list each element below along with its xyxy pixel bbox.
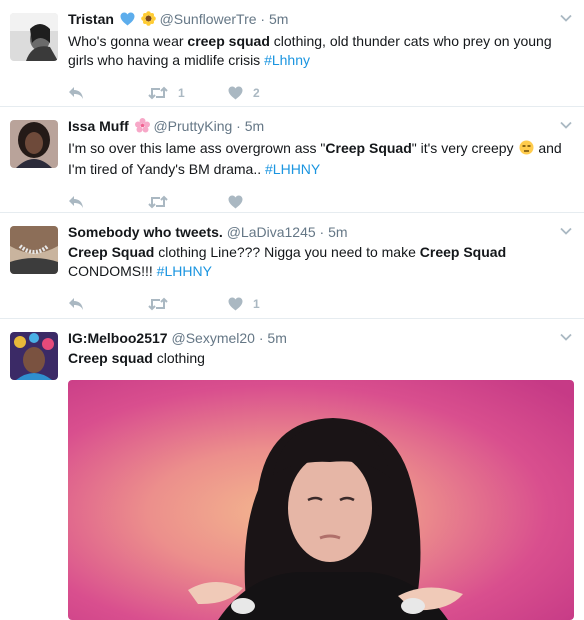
text-segment: I'm so over this lame ass overgrown ass …	[68, 140, 326, 156]
like-button[interactable]: 2	[228, 86, 308, 100]
display-name[interactable]: Tristan	[68, 11, 114, 27]
tweet[interactable]: Issa Muff @PruttyKing · 5m I'm so over t…	[0, 107, 584, 213]
like-count: 2	[253, 86, 260, 100]
tweet-header: IG:Melboo2517 @Sexymel20 · 5m	[68, 329, 572, 348]
user-handle[interactable]: @LaDiva1245	[227, 224, 316, 240]
hashtag-link[interactable]: #LHHNY	[265, 161, 320, 177]
highlighted-term: Creep Squad	[325, 140, 412, 156]
tweet-text: I'm so over this lame ass overgrown ass …	[68, 139, 572, 179]
chevron-down-icon[interactable]	[560, 119, 572, 131]
tweet-header: Issa Muff @PruttyKing · 5m	[68, 117, 572, 138]
tweet-text: Creep squad clothing	[68, 349, 572, 368]
separator-dot: ·	[236, 118, 241, 134]
avatar[interactable]	[10, 226, 58, 274]
tweet-actions: 1 2	[68, 75, 572, 111]
hashtag-link[interactable]: #LHHNY	[157, 263, 212, 279]
text-segment: " it's very creepy	[411, 140, 518, 156]
display-name[interactable]: Issa Muff	[68, 118, 129, 134]
reply-icon	[69, 298, 83, 310]
retweet-button[interactable]	[148, 195, 228, 209]
tweet-header: Somebody who tweets. @LaDiva1245 · 5m	[68, 223, 572, 242]
timestamp[interactable]: 5m	[269, 11, 288, 27]
heart-icon	[228, 297, 243, 311]
heart-icon	[228, 195, 243, 209]
reply-icon	[69, 87, 83, 99]
tweet-media[interactable]	[68, 380, 574, 620]
timestamp[interactable]: 5m	[328, 224, 347, 240]
tweet-actions: 1	[68, 286, 572, 322]
text-segment: CONDOMS!!!	[68, 263, 157, 279]
avatar[interactable]	[10, 332, 58, 380]
tweet-text: Who's gonna wear creep squad clothing, o…	[68, 32, 572, 70]
text-segment: Who's gonna wear	[68, 33, 188, 49]
tweet-text: Creep Squad clothing Line??? Nigga you n…	[68, 243, 572, 281]
chevron-down-icon[interactable]	[560, 12, 572, 24]
heart-icon	[228, 86, 243, 100]
sunflower-icon	[140, 11, 156, 31]
retweet-button[interactable]	[148, 297, 228, 311]
tweet-header: Tristan @SunflowerTre · 5m	[68, 10, 572, 31]
text-segment: clothing	[152, 350, 205, 366]
tweet-feed: Tristan @SunflowerTre · 5m Who's gonna w…	[0, 0, 584, 620]
hashtag-link[interactable]: #Lhhny	[264, 52, 310, 68]
highlighted-term: Creep Squad	[419, 244, 507, 260]
reply-button[interactable]	[68, 297, 148, 311]
user-handle[interactable]: @SunflowerTre	[160, 11, 257, 27]
retweet-icon	[148, 297, 168, 311]
text-segment: clothing Line??? Nigga you need to make	[154, 244, 420, 260]
blue-heart-icon	[120, 12, 135, 31]
separator-dot: ·	[319, 224, 325, 240]
tweet[interactable]: IG:Melboo2517 @Sexymel20 · 5m Creep squa…	[0, 319, 584, 620]
timestamp[interactable]: 5m	[245, 118, 264, 134]
user-handle[interactable]: @Sexymel20	[171, 330, 254, 346]
highlighted-term: Creep squad	[68, 350, 153, 366]
reply-button[interactable]	[68, 86, 148, 100]
reply-icon	[69, 196, 83, 208]
highlighted-term: Creep Squad	[68, 244, 155, 260]
avatar[interactable]	[10, 120, 58, 168]
display-name[interactable]: IG:Melboo2517	[68, 330, 168, 346]
timestamp[interactable]: 5m	[267, 330, 286, 346]
retweet-button[interactable]: 1	[148, 86, 228, 100]
user-handle[interactable]: @PruttyKing	[153, 118, 232, 134]
retweet-icon	[148, 195, 168, 209]
display-name[interactable]: Somebody who tweets.	[68, 224, 223, 240]
highlighted-term: creep squad	[187, 33, 270, 49]
unamused-face-icon	[519, 140, 534, 160]
reply-button[interactable]	[68, 195, 148, 209]
like-count: 1	[253, 297, 260, 311]
retweet-icon	[148, 86, 168, 100]
retweet-count: 1	[178, 86, 185, 100]
like-button[interactable]: 1	[228, 297, 308, 311]
chevron-down-icon[interactable]	[560, 331, 572, 343]
chevron-down-icon[interactable]	[560, 225, 572, 237]
tweet[interactable]: Somebody who tweets. @LaDiva1245 · 5m Cr…	[0, 213, 584, 319]
tweet[interactable]: Tristan @SunflowerTre · 5m Who's gonna w…	[0, 0, 584, 107]
separator-dot: ·	[258, 330, 264, 346]
like-button[interactable]	[228, 195, 308, 209]
cherry-blossom-icon	[134, 118, 150, 138]
separator-dot: ·	[260, 11, 266, 27]
avatar[interactable]	[10, 13, 58, 61]
